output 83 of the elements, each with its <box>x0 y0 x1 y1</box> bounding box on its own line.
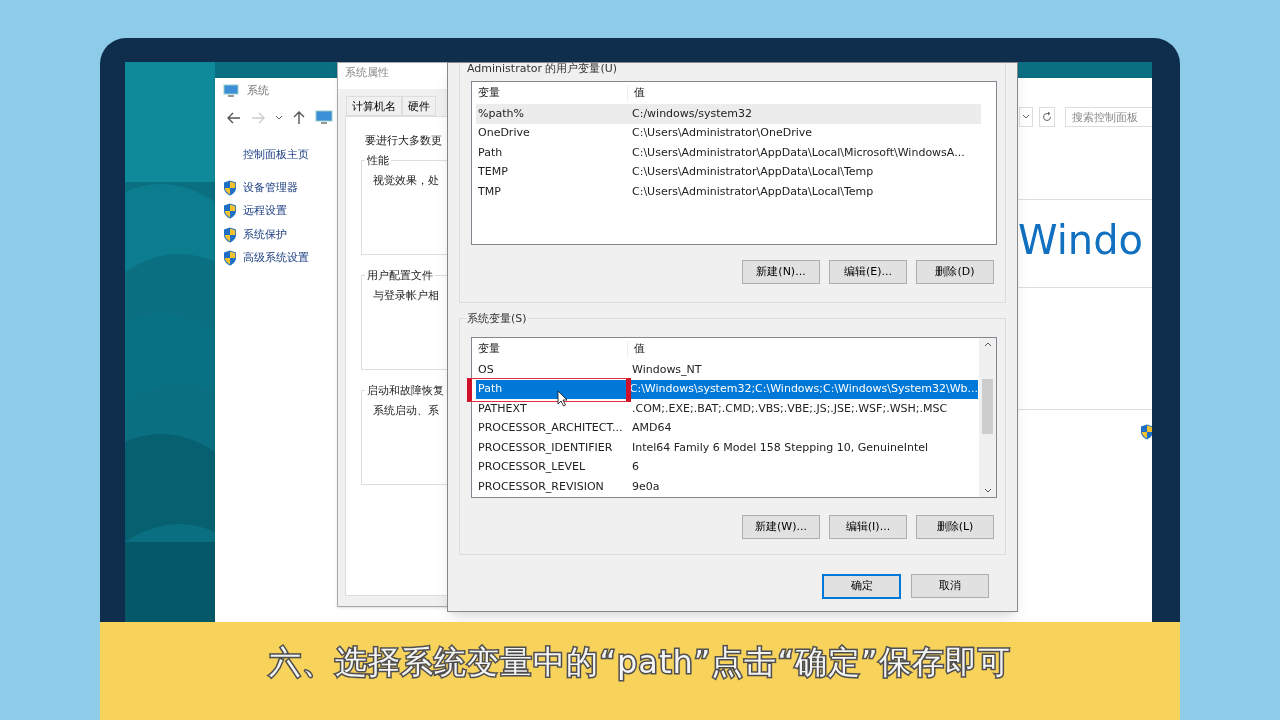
group-title: 用户配置文件 <box>365 267 435 284</box>
windows-heading: Windo <box>1018 216 1143 264</box>
variable-row[interactable]: Path C:\Users\Administrator\AppData\Local\Microsoft\WindowsA... <box>476 143 981 163</box>
variable-row[interactable]: PATHEXT .COM;.EXE;.BAT;.CMD;.VBS;.VBE;.JS;.JSE;.WSF;.WSH;.MSC <box>476 399 978 419</box>
shield-icon <box>1140 424 1152 440</box>
dialog-button[interactable]: 新建(N)... <box>742 260 820 284</box>
refresh-button[interactable] <box>1039 107 1055 127</box>
variable-value: .COM;.EXE;.BAT;.CMD;.VBS;.VBE;.JS;.JSE;.WSF;.WSH;.MSC <box>632 400 948 417</box>
variable-row[interactable]: TMP C:\Users\Administrator\AppData\Local\Temp <box>476 182 981 202</box>
column-header[interactable]: 变量 <box>472 340 628 358</box>
variable-value: C:\Users\Administrator\AppData\Local\Temp <box>632 183 874 200</box>
variable-value: AMD64 <box>632 420 672 436</box>
variable-row[interactable]: PROCESSOR_REVISION 9e0a <box>476 477 978 497</box>
monitor-icon <box>315 110 333 126</box>
variable-name: %path% <box>478 106 524 120</box>
variable-name: PROCESSOR_REVISION <box>478 479 604 493</box>
variable-row[interactable]: Path C:\Windows\system32;C:\Windows;C:\Windows\System32\Wb... <box>476 379 978 399</box>
variable-name: Path <box>478 145 503 159</box>
group-title: 启动和故障恢复 <box>365 382 446 399</box>
back-arrow-icon[interactable] <box>227 112 241 124</box>
sidebar-link[interactable]: 设备管理器 <box>243 179 298 196</box>
dialog-button[interactable]: 确定 <box>822 574 901 599</box>
scroll-up-icon[interactable] <box>983 342 992 347</box>
variable-value: C:\Users\Administrator\AppData\Local\Temp <box>632 164 874 180</box>
shield-icon <box>223 250 237 267</box>
dialog-button[interactable]: 编辑(I)... <box>829 515 907 539</box>
dialog-button[interactable]: 编辑(E)... <box>829 260 907 284</box>
caption-text: 六、选择系统变量中的“path”点击“确定”保存即可 <box>269 642 1011 683</box>
shield-icon <box>223 226 237 243</box>
caret-icon <box>1022 114 1030 120</box>
column-header[interactable]: 变量 <box>472 84 628 102</box>
variable-value: 6 <box>632 459 639 475</box>
window-title: 系统 <box>247 82 269 99</box>
variable-value: C:\Users\Administrator\OneDrive <box>632 125 813 141</box>
column-header[interactable]: 值 <box>628 340 645 358</box>
variable-name: PROCESSOR_IDENTIFIER <box>478 440 613 454</box>
search-field[interactable]: 搜索控制面板 <box>1065 107 1152 127</box>
sidebar-link[interactable]: 高级系统设置 <box>243 250 309 267</box>
variable-row[interactable]: OneDrive C:\Users\Administrator\OneDrive <box>476 123 981 143</box>
variable-name: TMP <box>478 184 501 198</box>
variable-value: C:\Windows\system32;C:\Windows;C:\Windows\System32\Wb... <box>629 381 978 397</box>
dropdown-caret-icon[interactable] <box>275 115 283 121</box>
dialog-button[interactable]: 删除(D) <box>916 260 994 284</box>
dialog-button[interactable]: 新建(W)... <box>742 515 820 539</box>
group-description: 视觉效果，处 <box>373 172 439 189</box>
variable-row[interactable]: %path% C:/windows/system32 <box>476 104 981 124</box>
sidebar-link[interactable]: 系统保护 <box>243 226 287 243</box>
variable-name: OS <box>478 362 494 376</box>
mouse-cursor-icon <box>557 390 568 407</box>
variable-row[interactable]: TEMP C:\Users\Administrator\AppData\Local\Temp <box>476 162 981 182</box>
sidebar-link[interactable]: 远程设置 <box>243 203 287 220</box>
variable-name: OneDrive <box>478 126 530 139</box>
variable-name: TEMP <box>478 165 508 178</box>
shield-icon <box>223 203 237 220</box>
variable-row[interactable]: PROCESSOR_LEVEL 6 <box>476 457 978 477</box>
variable-name: PROCESSOR_ARCHITECT... <box>478 421 623 434</box>
up-arrow-icon[interactable] <box>293 111 305 125</box>
group-description: 与登录帐户相 <box>373 287 439 304</box>
scrollbar-thumb[interactable] <box>982 379 993 434</box>
group-description: 系统启动、系 <box>373 402 439 419</box>
variable-row[interactable]: PROCESSOR_IDENTIFIER Intel64 Family 6 Model 158 Stepping 10, GenuineIntel <box>476 438 978 458</box>
variable-row[interactable]: OS Windows_NT <box>476 360 978 380</box>
variable-value: Intel64 Family 6 Model 158 Stepping 10, GenuineIntel <box>632 439 929 456</box>
scroll-down-icon[interactable] <box>983 488 992 493</box>
scrollbar[interactable] <box>979 338 996 497</box>
variable-value: C:/windows/system32 <box>632 105 753 122</box>
variable-value: 9e0a <box>632 478 660 495</box>
group-title: 性能 <box>365 152 391 169</box>
dialog-button[interactable]: 删除(L) <box>916 515 994 539</box>
tab[interactable]: 硬件 <box>402 96 436 116</box>
variable-name: PATHEXT <box>478 401 527 415</box>
variable-value: C:\Users\Administrator\AppData\Local\Microsoft\WindowsA... <box>632 144 965 161</box>
dialog-button[interactable]: 取消 <box>911 574 989 598</box>
monitor-icon <box>223 84 239 98</box>
variable-name: PROCESSOR_LEVEL <box>478 460 585 473</box>
shield-icon <box>223 179 237 196</box>
variable-row[interactable]: PROCESSOR_ARCHITECT... AMD64 <box>476 418 978 438</box>
variable-name: Path <box>478 382 503 395</box>
variable-value: Windows_NT <box>632 361 702 378</box>
refresh-icon <box>1042 112 1052 122</box>
intro-text: 要进行大多数更 <box>365 133 442 149</box>
column-header[interactable]: 值 <box>628 84 645 102</box>
tab[interactable]: 计算机名 <box>346 96 402 116</box>
